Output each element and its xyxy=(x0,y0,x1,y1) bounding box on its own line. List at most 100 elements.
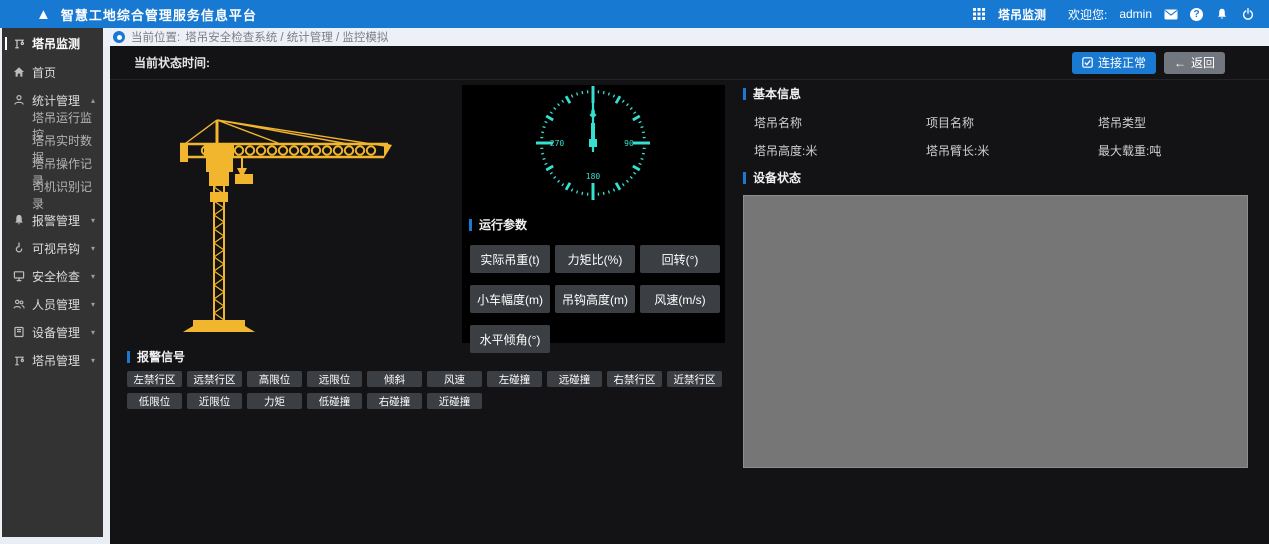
alarm-signal-chip: 倾斜 xyxy=(367,371,422,387)
device-status-panel xyxy=(743,195,1248,468)
active-indicator xyxy=(5,37,7,50)
run-param-tile: 风速(m/s) xyxy=(640,285,720,313)
rotation-compass-gauge: 0 90 180 270 xyxy=(462,85,725,207)
back-label: 返回 xyxy=(1191,54,1215,71)
breadcrumb: 当前位置: 塔吊安全检查系统 / 统计管理 / 监控模拟 xyxy=(103,28,1269,46)
bell-icon[interactable] xyxy=(1215,7,1229,21)
chevron-down-icon: ▾ xyxy=(91,272,95,281)
logo-icon: ▲ xyxy=(36,7,51,22)
run-param-tile: 实际吊重(t) xyxy=(470,245,550,273)
alarm-signal-chip: 左禁行区 xyxy=(127,371,182,387)
sidebar-item-label: 可视吊钩 xyxy=(32,240,80,257)
basic-info-title: 基本信息 xyxy=(743,85,1260,102)
sidebar-item-personnel[interactable]: 人员管理 ▾ xyxy=(2,290,103,318)
alarm-signal-chip: 低限位 xyxy=(127,393,182,409)
home-icon xyxy=(13,66,25,78)
gauge-panel: 0 90 180 270 运行参数 实际吊重(t)力矩比(%)回转(°)小车幅度… xyxy=(462,85,725,343)
sidebar-item-label: 报警管理 xyxy=(32,212,80,229)
basic-info-grid: 塔吊名称项目名称塔吊类型塔吊高度:米塔吊臂长:米最大载重:吨 xyxy=(754,114,1260,159)
dial-label-270: 270 xyxy=(550,139,565,148)
info-field-label: 塔吊高度:米 xyxy=(754,142,926,159)
chevron-down-icon: ▾ xyxy=(91,328,95,337)
sidebar-item-crane-manage[interactable]: 塔吊管理 ▾ xyxy=(2,346,103,374)
sidebar-item-label: 安全检查 xyxy=(32,268,80,285)
chevron-down-icon: ▾ xyxy=(91,356,95,365)
chevron-down-icon: ▾ xyxy=(91,244,95,253)
alarm-signal-chip: 力矩 xyxy=(247,393,302,409)
sidebar-item-home[interactable]: 首页 xyxy=(2,58,103,86)
info-field-label: 塔吊类型 xyxy=(1098,114,1260,131)
sidebar-item-equipment[interactable]: 设备管理 ▾ xyxy=(2,318,103,346)
sidebar-submenu: 塔吊运行监控塔吊实时数据塔吊操作记录司机识别记录 xyxy=(2,114,103,206)
sidebar-item-label: 设备管理 xyxy=(32,324,80,341)
info-field-label: 塔吊名称 xyxy=(754,114,926,131)
alarm-signal-chip: 远碰撞 xyxy=(547,371,602,387)
run-param-tile: 吊钩高度(m) xyxy=(555,285,635,313)
sidebar-item-label: 塔吊管理 xyxy=(32,352,80,369)
sidebar-item-visual-hook[interactable]: 可视吊钩 ▾ xyxy=(2,234,103,262)
alarm-signal-chip: 近碰撞 xyxy=(427,393,482,409)
header-right: 塔吊监测 欢迎您: admin ? xyxy=(972,6,1255,23)
sidebar-item-label: 人员管理 xyxy=(32,296,80,313)
main-content: 当前状态时间: 连接正常 ← 返回 xyxy=(110,46,1269,544)
top-header: ▲ 智慧工地综合管理服务信息平台 塔吊监测 欢迎您: admin ? xyxy=(0,0,1269,28)
alarm-signal-chip: 近限位 xyxy=(187,393,242,409)
breadcrumb-prefix: 当前位置: xyxy=(131,29,180,45)
app-root: ▲ 智慧工地综合管理服务信息平台 塔吊监测 欢迎您: admin ? xyxy=(0,0,1269,544)
alarm-signal-chip: 右禁行区 xyxy=(607,371,662,387)
sidebar-title[interactable]: 塔吊监测 xyxy=(2,28,103,58)
check-square-icon xyxy=(1082,57,1093,68)
dial-label-180: 180 xyxy=(586,172,601,181)
alarm-row-1: 左禁行区远禁行区高限位远限位倾斜风速左碰撞远碰撞右禁行区近禁行区 xyxy=(127,371,767,387)
mail-icon[interactable] xyxy=(1164,7,1178,21)
connect-status-button[interactable]: 连接正常 xyxy=(1072,52,1156,74)
info-field-label: 塔吊臂长:米 xyxy=(926,142,1098,159)
chevron-down-icon: ▾ xyxy=(91,300,95,309)
alarm-signal-chip: 远禁行区 xyxy=(187,371,242,387)
alarm-signal-chip: 远限位 xyxy=(307,371,362,387)
chevron-down-icon: ▾ xyxy=(91,216,95,225)
back-button[interactable]: ← 返回 xyxy=(1164,52,1225,74)
tower-crane-icon xyxy=(13,354,25,366)
dial-label-90: 90 xyxy=(624,139,634,148)
sidebar-item-label: 统计管理 xyxy=(32,92,80,109)
help-icon[interactable]: ? xyxy=(1190,8,1203,21)
info-field-label: 最大载重:吨 xyxy=(1098,142,1260,159)
monitor-icon xyxy=(13,270,25,282)
status-time-label: 当前状态时间: xyxy=(134,54,210,71)
alarm-row-2: 低限位近限位力矩低碰撞右碰撞近碰撞 xyxy=(127,393,767,409)
run-param-tile: 力矩比(%) xyxy=(555,245,635,273)
sidebar-item-safety-check[interactable]: 安全检查 ▾ xyxy=(2,262,103,290)
apps-grid-icon[interactable] xyxy=(972,7,986,21)
tower-crane-graphic xyxy=(180,116,392,332)
statistics-icon xyxy=(13,94,25,106)
username[interactable]: admin xyxy=(1119,7,1152,21)
device-status-title: 设备状态 xyxy=(743,169,1260,186)
alarm-signal-chip: 右碰撞 xyxy=(367,393,422,409)
status-toolbar: 当前状态时间: 连接正常 ← 返回 xyxy=(110,46,1269,80)
sidebar-item-label: 首页 xyxy=(32,64,56,81)
connect-status-label: 连接正常 xyxy=(1098,54,1146,71)
sidebar-subitem[interactable]: 司机识别记录 xyxy=(2,183,103,206)
people-icon xyxy=(13,298,25,310)
tower-crane-icon xyxy=(13,37,25,49)
sidebar: 塔吊监测 首页 统计管理 ▴ 塔吊运行监控塔吊实时数据塔吊操作记录司机识别记录 … xyxy=(0,28,103,537)
alarm-signal-chip: 低碰撞 xyxy=(307,393,362,409)
alarm-signal-chip: 高限位 xyxy=(247,371,302,387)
dial-needle xyxy=(589,98,597,152)
location-icon xyxy=(113,31,125,43)
back-arrow-icon: ← xyxy=(1174,56,1186,70)
power-icon[interactable] xyxy=(1241,7,1255,21)
info-field-label: 项目名称 xyxy=(926,114,1098,131)
alarm-signals-section: 报警信号 左禁行区远禁行区高限位远限位倾斜风速左碰撞远碰撞右禁行区近禁行区 低限… xyxy=(127,348,767,409)
chevron-up-icon: ▴ xyxy=(91,96,95,105)
bell-icon xyxy=(13,214,25,226)
alarm-signal-chip: 风速 xyxy=(427,371,482,387)
hook-icon xyxy=(13,242,25,254)
app-title: 智慧工地综合管理服务信息平台 xyxy=(61,5,257,24)
header-module-label[interactable]: 塔吊监测 xyxy=(998,6,1046,23)
device-icon xyxy=(13,326,25,338)
breadcrumb-path[interactable]: 塔吊安全检查系统 / 统计管理 / 监控模拟 xyxy=(185,29,388,45)
run-params-grid: 实际吊重(t)力矩比(%)回转(°)小车幅度(m)吊钩高度(m)风速(m/s)水… xyxy=(470,245,725,353)
alarm-signals-title: 报警信号 xyxy=(127,348,767,365)
